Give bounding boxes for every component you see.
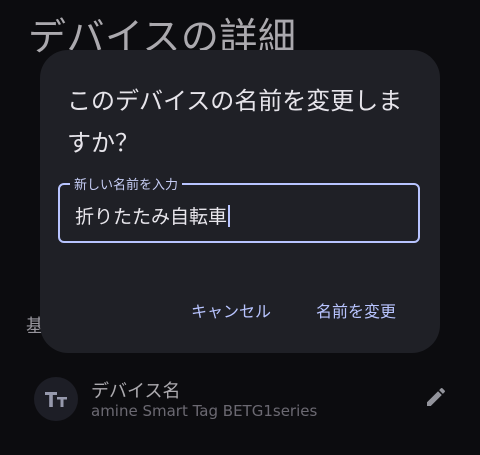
input-text: 折りたたみ自転車 [75, 206, 228, 228]
rename-button[interactable]: 名前を変更 [316, 298, 396, 322]
dialog-title: このデバイスの名前を変更しますか？ [67, 87, 403, 157]
rename-dialog: このデバイスの名前を変更しますか？ 新しい名前を入力 折りたたみ自転車 キャンセ… [40, 50, 440, 353]
new-name-input-label: 新しい名前を入力 [70, 174, 183, 193]
text-cursor [228, 205, 231, 227]
cancel-button[interactable]: キャンセル [191, 298, 271, 322]
new-name-input-value[interactable]: 折りたたみ自転車 [75, 202, 231, 229]
